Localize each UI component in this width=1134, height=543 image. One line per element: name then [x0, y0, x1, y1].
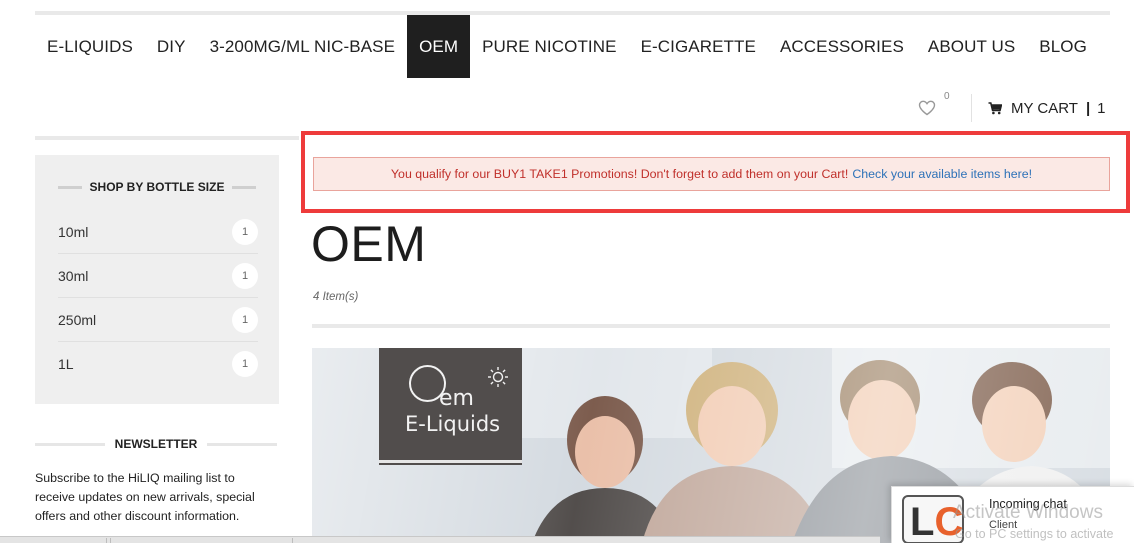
cart-button[interactable]: MY CART | 1	[988, 94, 1106, 122]
wishlist-button[interactable]: 0	[918, 91, 968, 122]
title-line-right	[232, 186, 256, 189]
filter-item-30ml[interactable]: 30ml 1	[58, 254, 258, 298]
filter-item-label: 30ml	[58, 267, 89, 284]
filter-title-text: SHOP BY BOTTLE SIZE	[89, 180, 225, 194]
logo-underline	[379, 460, 522, 463]
bottle-size-filter: SHOP BY BOTTLE SIZE 10ml 1 30ml 1 250ml …	[35, 155, 279, 404]
filter-item-count: 1	[232, 262, 258, 289]
wishlist-count: 0	[944, 91, 950, 102]
filter-item-count: 1	[232, 218, 258, 245]
livechat-logo: LC	[902, 495, 964, 543]
taskbar-divider	[106, 538, 107, 543]
promo-message-text: You qualify for our BUY1 TAKE1 Promotion…	[390, 167, 849, 181]
chat-title: Incoming chat	[989, 497, 1067, 511]
nav-item-blog[interactable]: BLOG	[1027, 15, 1099, 78]
filter-item-label: 1L	[58, 356, 74, 372]
logo-em: em	[439, 386, 474, 411]
taskbar-divider	[292, 538, 293, 543]
sun-icon	[487, 366, 509, 393]
oem-logo: em E-Liquids	[379, 348, 522, 465]
taskbar-strip	[0, 536, 880, 543]
item-count: 4 Item(s)	[313, 291, 359, 303]
cart-icon	[988, 101, 1002, 115]
cart-count: 1	[1097, 99, 1106, 117]
logo-letter-c: C	[934, 500, 964, 543]
nav-item-accessories[interactable]: ACCESSORIES	[768, 15, 916, 78]
title-line-left	[58, 186, 82, 189]
incoming-chat-popup[interactable]: LC Incoming chat Client	[891, 486, 1134, 543]
filter-item-count: 1	[232, 351, 258, 377]
nav-item-about-us[interactable]: ABOUT US	[916, 15, 1027, 78]
newsletter-title-text: NEWSLETTER	[114, 437, 198, 451]
filter-item-250ml[interactable]: 250ml 1	[58, 298, 258, 342]
filter-list: 10ml 1 30ml 1 250ml 1 1L 1	[58, 210, 258, 386]
filter-item-label: 10ml	[58, 223, 89, 240]
cart-divider: |	[1085, 99, 1091, 117]
logo-subtitle: E-Liquids	[405, 412, 501, 436]
newsletter-title: NEWSLETTER	[35, 437, 277, 451]
taskbar-divider	[110, 538, 111, 543]
main-nav: E-LIQUIDS DIY 3-200MG/ML NIC-BASE OEM PU…	[35, 15, 1099, 78]
title-line-left	[35, 443, 105, 446]
nav-item-e-cigarette[interactable]: E-CIGARETTE	[629, 15, 768, 78]
logo-letter-l: L	[910, 500, 935, 543]
title-line-right	[207, 443, 277, 446]
promo-link[interactable]: Check your available items here!	[852, 167, 1032, 181]
nav-item-nic-base[interactable]: 3-200MG/ML NIC-BASE	[198, 15, 408, 78]
content-divider	[312, 324, 1110, 328]
filter-item-label: 250ml	[58, 311, 97, 328]
filter-item-1l[interactable]: 1L 1	[58, 342, 258, 386]
filter-title: SHOP BY BOTTLE SIZE	[35, 180, 279, 194]
sidebar-top-divider	[35, 136, 299, 140]
nav-item-pure-nicotine[interactable]: PURE NICOTINE	[470, 15, 628, 78]
cart-label: MY CART	[1011, 99, 1078, 117]
page-title: OEM	[311, 216, 427, 272]
nav-item-e-liquids[interactable]: E-LIQUIDS	[35, 15, 145, 78]
newsletter-text: Subscribe to the HiLIQ mailing list to r…	[35, 471, 255, 523]
heart-icon	[918, 100, 936, 116]
nav-item-oem[interactable]: OEM	[407, 15, 471, 78]
chat-subtitle: Client	[989, 519, 1018, 531]
header-separator	[971, 94, 972, 122]
filter-item-count: 1	[232, 306, 258, 333]
filter-item-10ml[interactable]: 10ml 1	[58, 210, 258, 254]
promo-message: You qualify for our BUY1 TAKE1 Promotion…	[313, 157, 1110, 191]
nav-item-diy[interactable]: DIY	[145, 15, 198, 78]
